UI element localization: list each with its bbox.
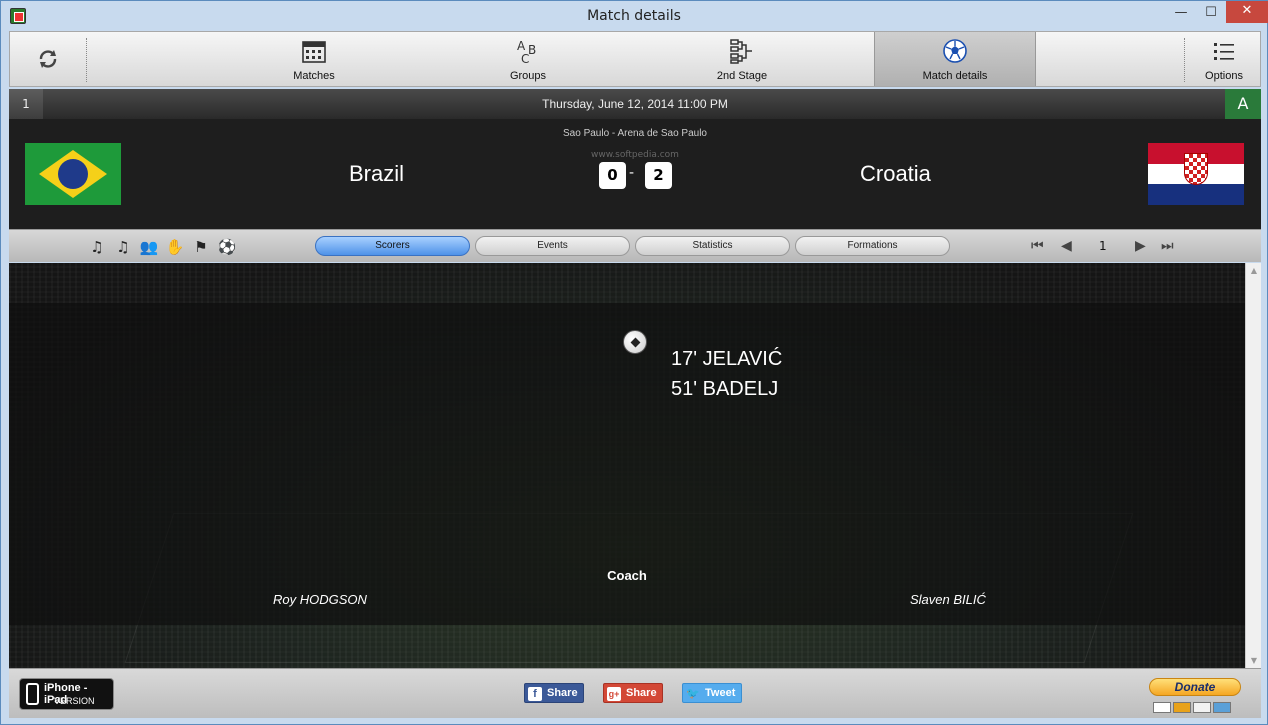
main-toolbar: Matches A B C Groups 2nd Stage Match det… <box>9 31 1261 87</box>
refresh-icon <box>39 50 57 68</box>
svg-text:A: A <box>517 39 526 53</box>
svg-text:C: C <box>521 52 529 64</box>
calendar-icon <box>302 41 326 63</box>
vertical-scrollbar[interactable]: ▲ ▼ <box>1245 263 1261 668</box>
match-venue: Sao Paulo - Arena de Sao Paulo <box>563 128 707 139</box>
away-goal-1: 17' JELAVIĆ <box>671 348 783 370</box>
list-icon <box>1214 43 1234 60</box>
away-goal-2: 51' BADELJ <box>671 378 779 400</box>
home-coach: Roy HODGSON <box>273 592 367 607</box>
toolbar-groups[interactable]: A B C Groups <box>488 32 568 86</box>
tab-statistics[interactable]: Statistics <box>635 236 790 256</box>
scroll-down-icon[interactable]: ▼ <box>1246 656 1262 665</box>
refresh-button[interactable] <box>30 32 66 86</box>
facebook-share-button[interactable]: f Share <box>524 683 584 703</box>
first-page-icon[interactable]: ⏮ <box>1031 236 1044 256</box>
facebook-icon: f <box>528 687 542 701</box>
corner-flag-icon[interactable]: ⚑ <box>191 237 211 257</box>
window-title: Match details <box>587 8 681 24</box>
soccer-ball-icon <box>943 39 967 63</box>
music-note-icon[interactable]: ♫ <box>87 237 107 257</box>
prev-page-icon[interactable]: ◀ <box>1061 236 1072 256</box>
coach-title: Coach <box>607 568 647 583</box>
bracket-icon <box>730 39 752 64</box>
close-button[interactable]: ✕ <box>1226 1 1268 23</box>
minimize-button[interactable]: — <box>1167 5 1195 27</box>
tweet-label: Tweet <box>705 687 736 699</box>
toolbar-match-details[interactable]: Match details <box>874 32 1036 86</box>
away-team-name: Croatia <box>860 161 931 186</box>
toolbar-options-label: Options <box>1205 70 1243 82</box>
players-icon[interactable]: 👥 <box>139 237 159 257</box>
match-datetime: Thursday, June 12, 2014 11:00 PM <box>542 97 728 111</box>
toolbar-matches[interactable]: Matches <box>274 32 354 86</box>
score-separator: - <box>629 165 635 181</box>
goal-ball-icon <box>623 330 647 354</box>
facebook-share-label: Share <box>547 687 578 699</box>
croatia-flag <box>1148 143 1244 205</box>
phone-icon <box>26 683 39 705</box>
toolbar-2nd-stage[interactable]: 2nd Stage <box>702 32 782 86</box>
tab-events[interactable]: Events <box>475 236 630 256</box>
iphone-ipad-version-button[interactable]: iPhone - iPad VERSION <box>19 678 114 710</box>
detail-tabs-bar: ♫ ♫ 👥 ✋ ⚑ ⚽ Scorers Events Statistics Fo… <box>9 229 1261 262</box>
brazil-flag <box>25 143 121 205</box>
scroll-up-icon[interactable]: ▲ <box>1246 266 1262 275</box>
abc-icon: A B C <box>517 39 536 64</box>
last-page-icon[interactable]: ⏭ <box>1161 236 1174 256</box>
away-coach: Slaven BILIĆ <box>910 592 986 607</box>
home-score: 0 <box>599 162 626 189</box>
twitter-tweet-button[interactable]: 🐦 Tweet <box>682 683 742 703</box>
version-label: VERSION <box>54 696 95 706</box>
app-window: Match details — ☐ ✕ Matches A B C Groups… <box>0 0 1268 725</box>
next-page-icon[interactable]: ▶ <box>1135 236 1146 256</box>
footer-bar: iPhone - iPad VERSION f Share g+ Share 🐦… <box>9 668 1261 718</box>
donate-label: Donate <box>1149 678 1241 696</box>
toolbar-match-details-label: Match details <box>922 70 988 82</box>
donate-button[interactable]: Donate <box>1149 678 1241 713</box>
toolbar-separator <box>1184 38 1185 82</box>
google-share-label: Share <box>626 687 657 699</box>
toolbar-matches-label: Matches <box>293 70 335 82</box>
tab-formations[interactable]: Formations <box>795 236 950 256</box>
home-team-name: Brazil <box>349 161 405 186</box>
toolbar-separator <box>86 38 87 82</box>
scorers-panel: 17' JELAVIĆ 51' BADELJ Coach Roy HODGSON… <box>9 263 1245 668</box>
twitter-bird-icon: 🐦 <box>686 688 700 700</box>
away-score: 2 <box>645 162 672 189</box>
maximize-button[interactable]: ☐ <box>1197 5 1225 27</box>
toolbar-2nd-stage-label: 2nd Stage <box>716 70 768 82</box>
match-panel: Sao Paulo - Arena de Sao Paulo www.softp… <box>9 119 1261 229</box>
watermark: www.softpedia.com <box>591 150 679 160</box>
google-plus-share-button[interactable]: g+ Share <box>603 683 663 703</box>
match-header-bar: 1 Thursday, June 12, 2014 11:00 PM A <box>9 89 1261 119</box>
title-bar: Match details — ☐ ✕ <box>1 1 1268 31</box>
payment-cards-icon <box>1153 698 1239 713</box>
page-number[interactable]: 1 <box>1099 236 1107 256</box>
google-plus-icon: g+ <box>607 687 621 701</box>
tab-scorers[interactable]: Scorers <box>315 236 470 256</box>
music-note-2-icon[interactable]: ♫ <box>113 237 133 257</box>
toolbar-options[interactable]: Options <box>1186 32 1262 86</box>
toolbar-groups-label: Groups <box>509 70 547 82</box>
glove-icon[interactable]: ✋ <box>165 237 185 257</box>
ball-filter-icon[interactable]: ⚽ <box>217 237 237 257</box>
group-badge: A <box>1225 89 1261 119</box>
